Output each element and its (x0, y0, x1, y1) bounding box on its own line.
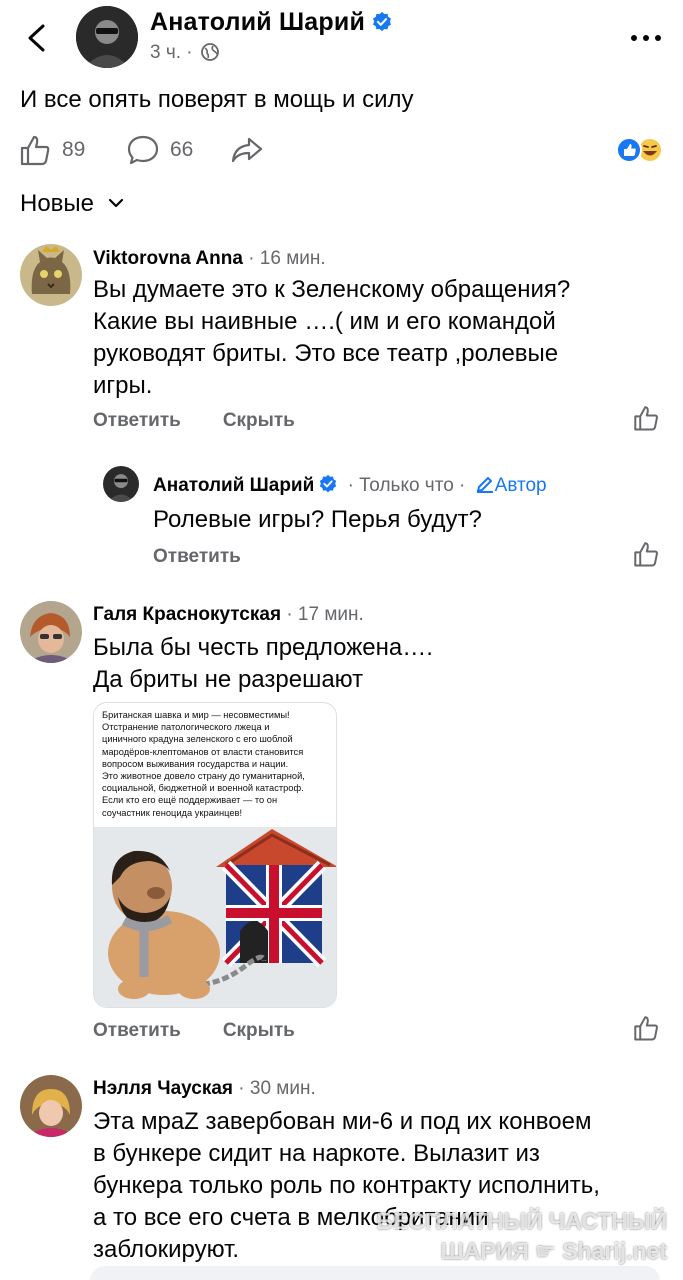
thumbs-up-icon (20, 135, 50, 166)
like-count: 89 (62, 138, 86, 161)
post-meta: 3 ч. · (150, 42, 220, 64)
sort-dropdown[interactable]: Новые (20, 190, 125, 218)
thumbs-up-icon (634, 406, 658, 431)
hide-button[interactable]: Скрыть (223, 410, 295, 431)
comment-text: Вы думаете это к Зеленскому обращения? К… (93, 276, 571, 399)
reply-button[interactable]: Ответить (93, 410, 181, 431)
like-button[interactable]: 89 (18, 130, 85, 170)
post-actions: 89 66 (14, 130, 674, 170)
pencil-icon (476, 477, 493, 493)
thumbs-up-icon (634, 1016, 658, 1041)
chevron-left-icon (28, 24, 45, 52)
cartoon-illustration (94, 827, 336, 1007)
comment-count: 66 (170, 138, 194, 161)
more-options-button[interactable] (626, 22, 666, 52)
reactions-summary[interactable] (614, 130, 678, 170)
comment-like-button[interactable] (632, 404, 660, 437)
comment-text: Была бы честь предложена…. Да бриты не р… (93, 634, 433, 693)
commenter-avatar[interactable] (20, 1075, 82, 1137)
verified-badge-icon (320, 474, 337, 493)
comment-author[interactable]: Галя Краснокутская · 17 мин. (93, 604, 364, 626)
thumbs-up-icon (634, 542, 658, 567)
chevron-down-icon (108, 198, 123, 208)
comment-actions: Ответить Скрыть (93, 410, 337, 432)
reply-button[interactable]: Ответить (153, 546, 241, 567)
reply-text: Ролевые игры? Перья будут? (153, 506, 482, 533)
verified-badge-icon (373, 11, 392, 32)
comment-actions: Ответить Скрыть (93, 1020, 337, 1042)
author-avatar[interactable] (76, 6, 138, 68)
comment-input-bar[interactable] (90, 1266, 660, 1280)
hide-button[interactable]: Скрыть (223, 1020, 295, 1041)
more-dots-icon (631, 35, 661, 41)
comment-author[interactable]: Нэлля Чауская · 30 мин. (93, 1078, 316, 1100)
reply-like-button[interactable] (632, 540, 660, 573)
author-name[interactable]: Анатолий Шарий (150, 8, 393, 37)
reaction-icons (616, 137, 663, 163)
share-button[interactable] (230, 130, 274, 170)
comment-button[interactable]: 66 (126, 130, 193, 170)
watermark: БЕСПЛАТНЫЙ ЧАСТНЫЙ ШАРИЯ ☛ Sharij.net (376, 1208, 667, 1264)
back-button[interactable] (18, 18, 58, 58)
globe-icon (201, 43, 219, 61)
comment-bubble-icon (127, 135, 159, 165)
comment-author[interactable]: Viktorovna Anna · 16 мин. (93, 248, 326, 270)
commenter-avatar[interactable] (20, 601, 82, 663)
reply-actions: Ответить (153, 546, 283, 568)
comment-like-button[interactable] (632, 1014, 660, 1047)
reply-button[interactable]: Ответить (93, 1020, 181, 1041)
post-text: И все опять поверят в мощь и силу (20, 86, 414, 113)
image-caption-text: Британская шавка и мир — несовместимы! О… (102, 710, 305, 818)
share-arrow-icon (231, 137, 263, 163)
reply-author[interactable]: Анатолий Шарий · Только что · Автор (153, 474, 547, 497)
comment-image-attachment[interactable]: Британская шавка и мир — несовместимы! О… (93, 702, 337, 1008)
commenter-avatar[interactable] (20, 244, 82, 306)
reply-author-avatar[interactable] (103, 466, 139, 502)
